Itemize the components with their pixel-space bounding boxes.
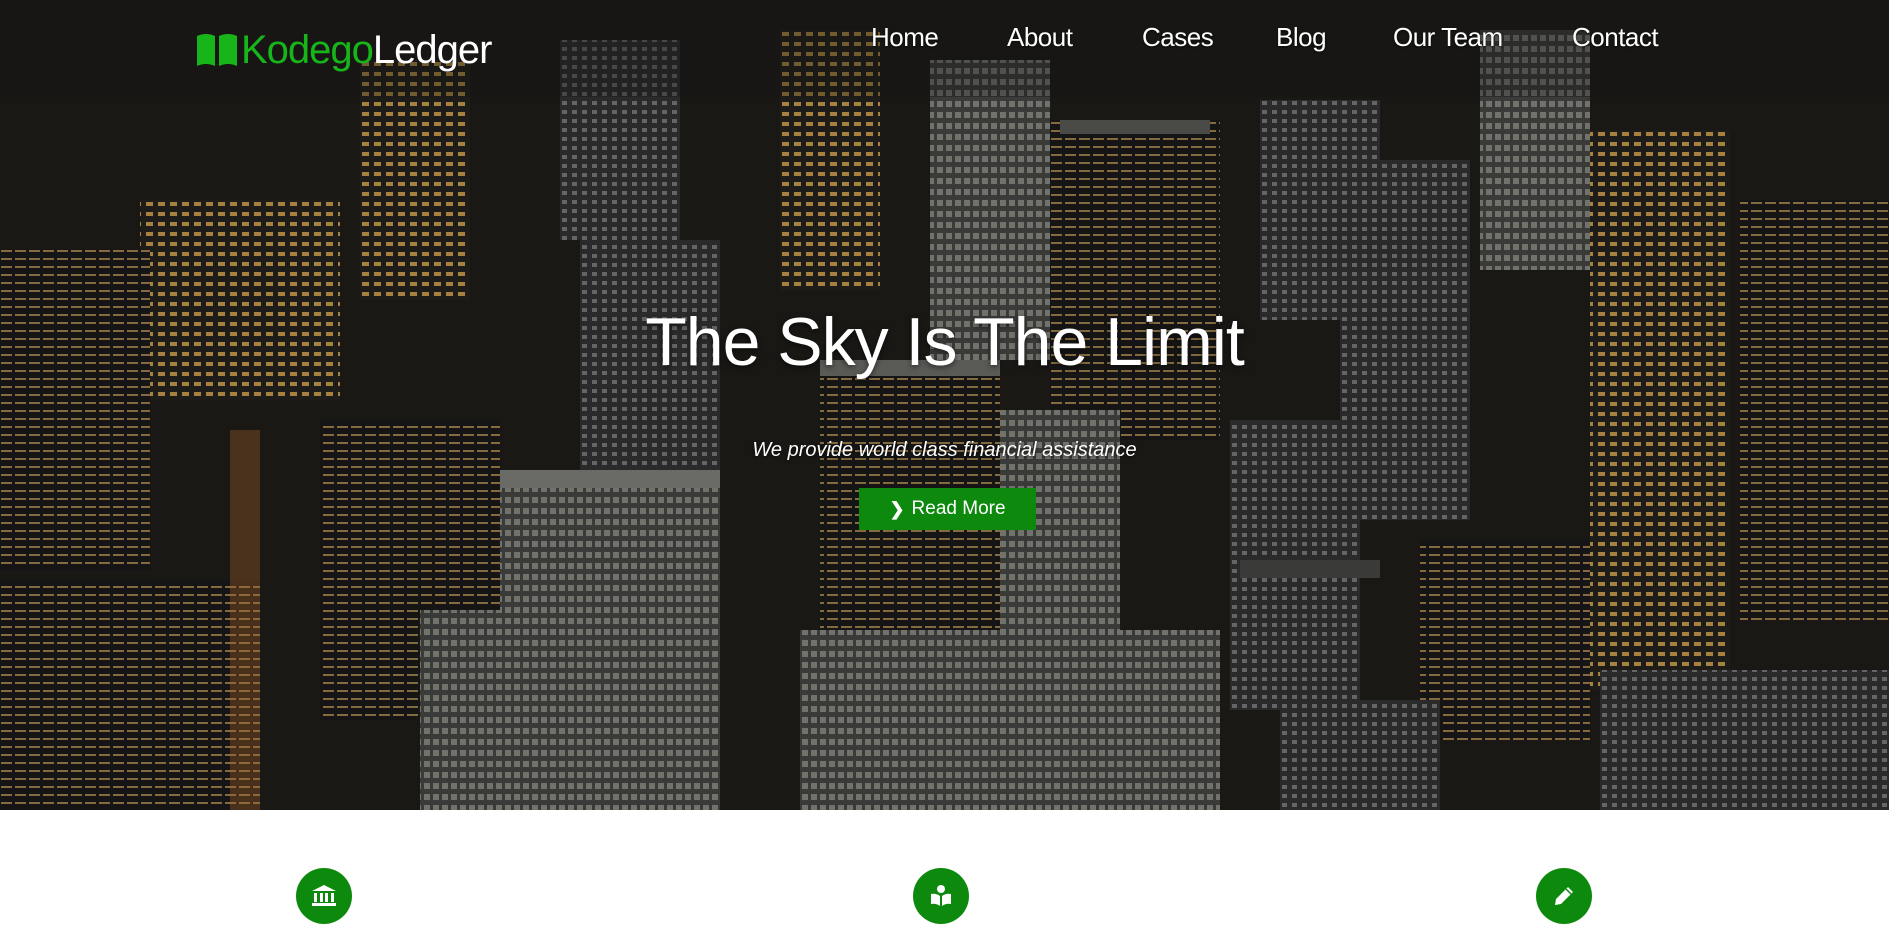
read-more-button[interactable]: ❯ Read More: [859, 488, 1036, 530]
hero-title: The Sky Is The Limit: [645, 304, 1245, 380]
book-reader-icon: [931, 885, 951, 906]
nav-item-cases[interactable]: Cases: [1142, 22, 1214, 56]
feature-bank-icon-button[interactable]: [296, 868, 352, 924]
open-book-icon: [197, 34, 237, 66]
bank-icon: [312, 885, 336, 906]
nav-item-contact[interactable]: Contact: [1572, 22, 1659, 56]
nav-item-blog[interactable]: Blog: [1276, 22, 1327, 56]
brand-name-part2: Ledger: [372, 27, 493, 72]
nav-item-our-team[interactable]: Our Team: [1393, 22, 1503, 56]
feature-reader-icon-button[interactable]: [913, 868, 969, 924]
nav-item-about[interactable]: About: [1007, 22, 1073, 56]
brand-logo[interactable]: Kodego Ledger: [195, 24, 493, 76]
hero-background-image: [0, 0, 1889, 810]
hero-subtitle: We provide world class financial assista…: [752, 439, 1137, 461]
feature-pencil-icon-button[interactable]: [1536, 868, 1592, 924]
chevron-right-icon: ❯: [889, 498, 905, 519]
nav-item-home[interactable]: Home: [871, 22, 939, 56]
read-more-label: Read More: [911, 498, 1006, 519]
pencil-icon: [1555, 887, 1573, 905]
hero-section: Kodego Ledger Home About Cases Blog Our T…: [0, 0, 1889, 810]
brand-name-part1: Kodego: [241, 27, 374, 72]
cityscape-illustration: [0, 0, 1889, 810]
